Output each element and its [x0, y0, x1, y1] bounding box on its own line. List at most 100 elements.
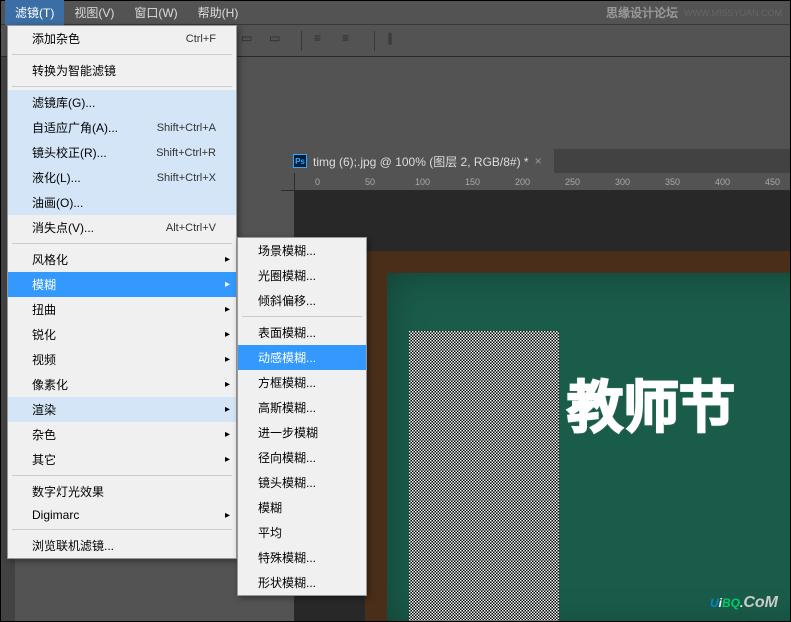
ruler-tick-label: 50 — [365, 177, 375, 187]
menu-item[interactable]: 杂色 — [8, 422, 236, 447]
ruler-tick-label: 100 — [415, 177, 430, 187]
menu-item-label: 镜头校正(R)... — [32, 144, 107, 161]
submenu-item[interactable]: 场景模糊... — [238, 238, 366, 263]
ruler-corner[interactable] — [281, 173, 295, 191]
menu-item-label: 油画(O)... — [32, 194, 83, 211]
menu-item[interactable]: 自适应广角(A)... Shift+Ctrl+A — [8, 115, 236, 140]
horizontal-ruler[interactable]: 050100150200250300350400450 — [295, 173, 790, 191]
submenu-item[interactable]: 镜头模糊... — [238, 470, 366, 495]
ruler-tick-label: 450 — [765, 177, 780, 187]
canvas-area[interactable]: 教师节 🌱 ⌂ 📚 PS 爱好者 UiBQ.CoM — [295, 191, 790, 621]
menu-item-label: 锐化 — [32, 326, 56, 343]
separator — [374, 31, 375, 51]
submenu-item[interactable]: 表面模糊... — [238, 320, 366, 345]
menu-item[interactable]: Digimarc — [8, 504, 236, 526]
blur-submenu: 场景模糊...光圈模糊...倾斜偏移... 表面模糊...动感模糊...方框模糊.… — [237, 237, 367, 596]
ruler-tick-label: 250 — [565, 177, 580, 187]
ruler-tick-label: 300 — [615, 177, 630, 187]
submenu-item[interactable]: 特殊模糊... — [238, 545, 366, 570]
menu-item[interactable]: 浏览联机滤镜... — [8, 533, 236, 558]
submenu-item[interactable]: 模糊 — [238, 495, 366, 520]
menu-separator — [12, 475, 232, 476]
submenu-item[interactable]: 形状模糊... — [238, 570, 366, 595]
noise-selection — [409, 331, 559, 621]
menu-item[interactable]: 像素化 — [8, 372, 236, 397]
submenu-item[interactable]: 进一步模糊 — [238, 420, 366, 445]
menu-item[interactable]: 渲染 — [8, 397, 236, 422]
submenu-item[interactable]: 高斯模糊... — [238, 395, 366, 420]
ruler-tick-label: 0 — [315, 177, 320, 187]
submenu-item[interactable]: 倾斜偏移... — [238, 288, 366, 313]
align-icon[interactable]: ▭ — [269, 31, 289, 51]
align-icon[interactable]: ▭ — [241, 31, 261, 51]
menu-item[interactable]: 视频 — [8, 347, 236, 372]
ps-file-icon: Ps — [293, 154, 307, 168]
menu-item-label: 液化(L)... — [32, 169, 81, 186]
menu-item-label: 视频 — [32, 351, 56, 368]
menu-item-label: 模糊 — [32, 276, 56, 293]
menu-item-label: 数字灯光效果 — [32, 483, 104, 500]
menu-help[interactable]: 帮助(H) — [188, 0, 249, 25]
menu-shortcut: Shift+Ctrl+R — [156, 147, 216, 159]
menu-item[interactable]: 锐化 — [8, 322, 236, 347]
submenu-item[interactable]: 动感模糊... — [238, 345, 366, 370]
chalk-text: 教师节 — [567, 363, 735, 444]
document-tab-bar: Ps timg (6);.jpg @ 100% (图层 2, RGB/8#) *… — [281, 149, 790, 173]
menu-shortcut: Shift+Ctrl+X — [157, 172, 216, 184]
menu-item[interactable]: 扭曲 — [8, 297, 236, 322]
submenu-item[interactable]: 方框模糊... — [238, 370, 366, 395]
menu-separator — [12, 86, 232, 87]
menu-item-label: 扭曲 — [32, 301, 56, 318]
ruler-tick-label: 200 — [515, 177, 530, 187]
menu-item-label: 杂色 — [32, 426, 56, 443]
menu-window[interactable]: 窗口(W) — [124, 0, 187, 25]
ruler-tick-label: 350 — [665, 177, 680, 187]
menu-item-label: 风格化 — [32, 251, 68, 268]
chalkboard-image: 教师节 🌱 ⌂ 📚 PS 爱好者 — [365, 251, 790, 621]
menu-item[interactable]: 转换为智能滤镜 — [8, 58, 236, 83]
close-icon[interactable]: × — [535, 154, 542, 168]
uibq-watermark: UiBQ.CoM — [710, 587, 778, 613]
menu-item-label: 转换为智能滤镜 — [32, 62, 116, 79]
ruler-tick-label: 150 — [465, 177, 480, 187]
menu-item[interactable]: 滤镜库(G)... — [8, 90, 236, 115]
menu-item-label: 滤镜库(G)... — [32, 94, 95, 111]
menu-item[interactable]: 风格化 — [8, 247, 236, 272]
menu-item[interactable]: 模糊 — [8, 272, 236, 297]
filter-dropdown: 添加杂色 Ctrl+F 转换为智能滤镜滤镜库(G)... 自适应广角(A)... Shi… — [7, 25, 237, 559]
menu-separator — [242, 316, 362, 317]
submenu-item[interactable]: 径向模糊... — [238, 445, 366, 470]
menu-item-label: 像素化 — [32, 376, 68, 393]
brand-label: 思缘设计论坛 WWW.MISSYUAN.COM — [606, 4, 782, 21]
menu-item[interactable]: 镜头校正(R)... Shift+Ctrl+R — [8, 140, 236, 165]
menu-item-label: 自适应广角(A)... — [32, 119, 118, 136]
menu-item-label: 浏览联机滤镜... — [32, 537, 114, 554]
menu-item-label: Digimarc — [32, 508, 79, 522]
document-tab[interactable]: Ps timg (6);.jpg @ 100% (图层 2, RGB/8#) *… — [281, 149, 554, 174]
menu-item-label: 添加杂色 — [32, 30, 80, 47]
menu-filter[interactable]: 滤镜(T) — [5, 0, 64, 25]
menu-item-label: 其它 — [32, 451, 56, 468]
menubar: 滤镜(T) 视图(V) 窗口(W) 帮助(H) 思缘设计论坛 WWW.MISSY… — [1, 1, 790, 25]
menu-item[interactable]: 油画(O)... — [8, 190, 236, 215]
menu-separator — [12, 243, 232, 244]
submenu-item[interactable]: 光圈模糊... — [238, 263, 366, 288]
menu-item[interactable]: 其它 — [8, 447, 236, 472]
menu-shortcut: Shift+Ctrl+A — [157, 122, 216, 134]
distribute-icon[interactable]: ≡ — [342, 31, 362, 51]
menu-shortcut: Alt+Ctrl+V — [166, 222, 216, 234]
separator — [301, 31, 302, 51]
distribute-icon[interactable]: ≡ — [314, 31, 334, 51]
submenu-item[interactable]: 平均 — [238, 520, 366, 545]
menu-separator — [12, 54, 232, 55]
menu-view[interactable]: 视图(V) — [64, 0, 124, 25]
menu-item-label: 消失点(V)... — [32, 219, 94, 236]
menu-item[interactable]: 添加杂色 Ctrl+F — [8, 26, 236, 51]
distribute-icon[interactable]: ∥ — [387, 31, 407, 51]
menu-item[interactable]: 消失点(V)... Alt+Ctrl+V — [8, 215, 236, 240]
menu-item-label: 渲染 — [32, 401, 56, 418]
menu-item[interactable]: 液化(L)... Shift+Ctrl+X — [8, 165, 236, 190]
menu-shortcut: Ctrl+F — [186, 33, 216, 45]
menu-item[interactable]: 数字灯光效果 — [8, 479, 236, 504]
menu-separator — [12, 529, 232, 530]
